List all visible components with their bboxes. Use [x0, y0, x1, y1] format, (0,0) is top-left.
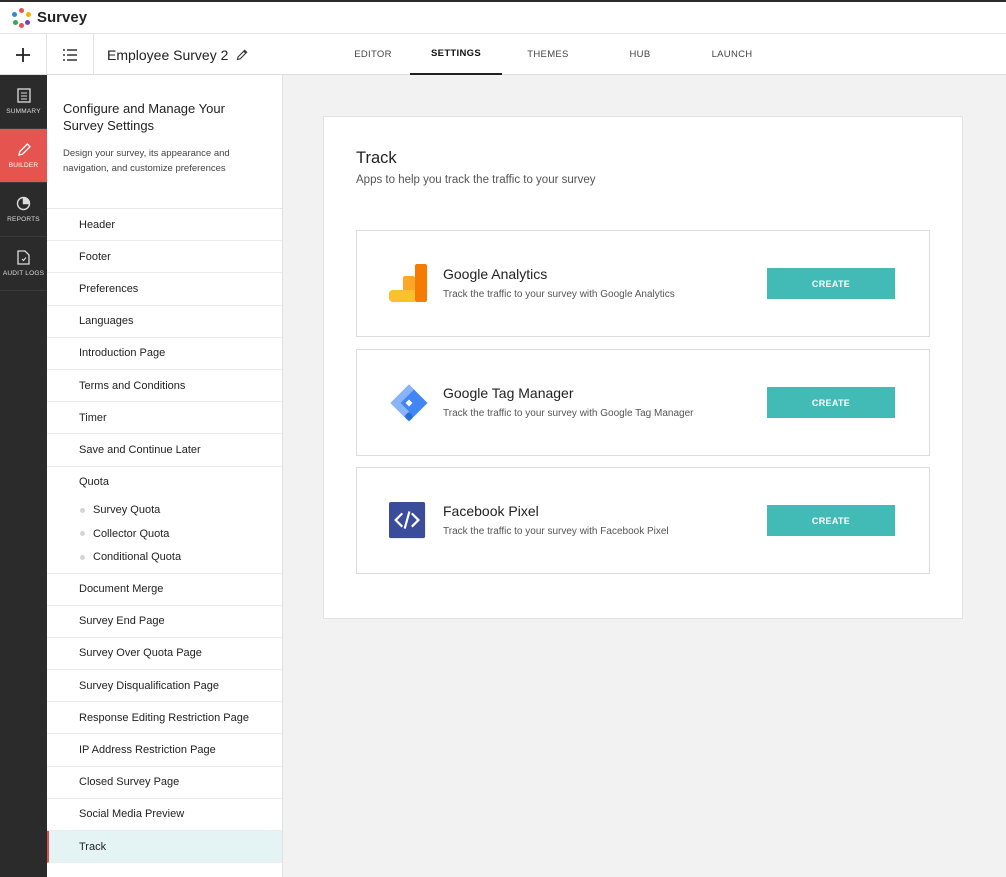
bullet-icon	[80, 531, 85, 537]
list-menu-icon	[63, 48, 77, 61]
sidebar-item-closed-survey-page[interactable]: Closed Survey Page	[47, 767, 282, 799]
sidebar-item-track[interactable]: Track	[47, 831, 282, 864]
sidebar-item-survey-over-quota-page[interactable]: Survey Over Quota Page	[47, 638, 282, 671]
document-icon	[17, 250, 30, 265]
rail-item-summary[interactable]: SUMMARY	[0, 75, 47, 129]
app-name: Survey	[37, 9, 88, 26]
edit-pencil-icon[interactable]	[236, 49, 248, 61]
tab-editor[interactable]: EDITOR	[336, 34, 410, 75]
rail-label: BUILDER	[8, 162, 39, 169]
sidebar-item-survey-disqualification-page[interactable]: Survey Disqualification Page	[47, 670, 282, 703]
sidebar-item-response-editing-restriction-page[interactable]: Response Editing Restriction Page	[47, 702, 282, 735]
left-rail: SUMMARY BUILDER REPORTS AUDIT LOGS	[0, 75, 47, 877]
code-icon	[389, 502, 426, 539]
track-card: Track Apps to help you track the traffic…	[323, 116, 963, 619]
rail-label: SUMMARY	[6, 108, 41, 115]
sidebar-subitem-label: Collector Quota	[93, 527, 170, 540]
google-analytics-icon	[389, 264, 427, 302]
menu-button[interactable]	[47, 34, 94, 75]
sidebar-subitem-label: Survey Quota	[93, 504, 161, 517]
survey-logo-icon	[10, 7, 32, 29]
sidebar-item-document-merge[interactable]: Document Merge	[47, 574, 282, 606]
create-facebook-pixel-button[interactable]: CREATE	[767, 505, 895, 536]
survey-navbar: Employee Survey 2 EDITOR SETTINGS THEMES…	[0, 34, 1006, 75]
sidebar-item-quota[interactable]: Quota	[79, 476, 282, 495]
create-google-analytics-button[interactable]: CREATE	[767, 268, 895, 299]
sidebar-description: Design your survey, its appearance and n…	[63, 148, 230, 174]
pie-chart-icon	[16, 196, 31, 211]
sidebar-subitem-collector-quota[interactable]: Collector Quota	[79, 522, 282, 546]
sidebar-item-header[interactable]: Header	[47, 209, 282, 242]
app-topbar: Survey	[0, 0, 1006, 34]
bullet-icon	[80, 554, 85, 560]
survey-title[interactable]: Employee Survey 2	[107, 34, 248, 75]
settings-sidebar: Configure and Manage Your Survey Setting…	[47, 75, 283, 877]
rail-label: REPORTS	[7, 216, 40, 223]
plus-icon	[16, 47, 30, 62]
tab-themes[interactable]: THEMES	[502, 34, 594, 75]
sidebar-item-footer[interactable]: Footer	[47, 241, 282, 274]
app-description: Track the traffic to your survey with Go…	[443, 408, 694, 419]
app-logo[interactable]: Survey	[10, 7, 87, 29]
sidebar-item-survey-end-page[interactable]: Survey End Page	[47, 606, 282, 638]
sidebar-item-introduction-page[interactable]: Introduction Page	[47, 338, 282, 370]
app-name: Google Analytics	[443, 266, 548, 282]
app-name: Google Tag Manager	[443, 385, 574, 401]
sidebar-group-quota: Quota Survey Quota Collector Quota Condi…	[47, 467, 282, 574]
app-description: Track the traffic to your survey with Go…	[443, 289, 675, 300]
summary-icon	[16, 88, 31, 103]
sidebar-subitem-conditional-quota[interactable]: Conditional Quota	[79, 546, 282, 570]
app-description: Track the traffic to your survey with Fa…	[443, 526, 669, 537]
sidebar-item-preferences[interactable]: Preferences	[47, 273, 282, 306]
tab-hub[interactable]: HUB	[594, 34, 686, 75]
bullet-icon	[80, 507, 85, 513]
app-row-google-tag-manager: Google Tag Manager Track the traffic to …	[356, 349, 930, 456]
sidebar-item-social-media-preview[interactable]: Social Media Preview	[47, 799, 282, 831]
page-subtitle: Apps to help you track the traffic to yo…	[356, 174, 596, 186]
rail-label: AUDIT LOGS	[2, 270, 45, 277]
sidebar-title: Configure and Manage Your Survey Setting…	[63, 101, 225, 133]
app-name: Facebook Pixel	[443, 503, 539, 519]
create-google-tag-manager-button[interactable]: CREATE	[767, 387, 895, 418]
pencil-icon	[17, 143, 31, 156]
app-row-google-analytics: Google Analytics Track the traffic to yo…	[356, 230, 930, 337]
rail-item-builder[interactable]: BUILDER	[0, 129, 47, 183]
sidebar-item-timer[interactable]: Timer	[47, 402, 282, 435]
sidebar-item-save-and-continue-later[interactable]: Save and Continue Later	[47, 434, 282, 467]
rail-item-reports[interactable]: REPORTS	[0, 183, 47, 237]
page-title: Track	[356, 149, 397, 167]
app-row-facebook-pixel: Facebook Pixel Track the traffic to your…	[356, 467, 930, 574]
sidebar-item-ip-address-restriction-page[interactable]: IP Address Restriction Page	[47, 734, 282, 767]
google-tag-manager-icon	[390, 384, 428, 422]
sidebar-item-languages[interactable]: Languages	[47, 306, 282, 338]
sidebar-header: Configure and Manage Your Survey Setting…	[47, 75, 282, 209]
tab-settings[interactable]: SETTINGS	[410, 34, 502, 75]
survey-title-text: Employee Survey 2	[107, 46, 229, 63]
sidebar-subitem-survey-quota[interactable]: Survey Quota	[79, 499, 282, 523]
create-survey-button[interactable]	[0, 34, 47, 75]
sidebar-subitem-label: Conditional Quota	[93, 551, 182, 564]
rail-item-audit-logs[interactable]: AUDIT LOGS	[0, 237, 47, 291]
tab-launch[interactable]: LAUNCH	[686, 34, 778, 75]
sidebar-item-terms-and-conditions[interactable]: Terms and Conditions	[47, 370, 282, 403]
survey-tabs: EDITOR SETTINGS THEMES HUB LAUNCH	[336, 34, 778, 75]
